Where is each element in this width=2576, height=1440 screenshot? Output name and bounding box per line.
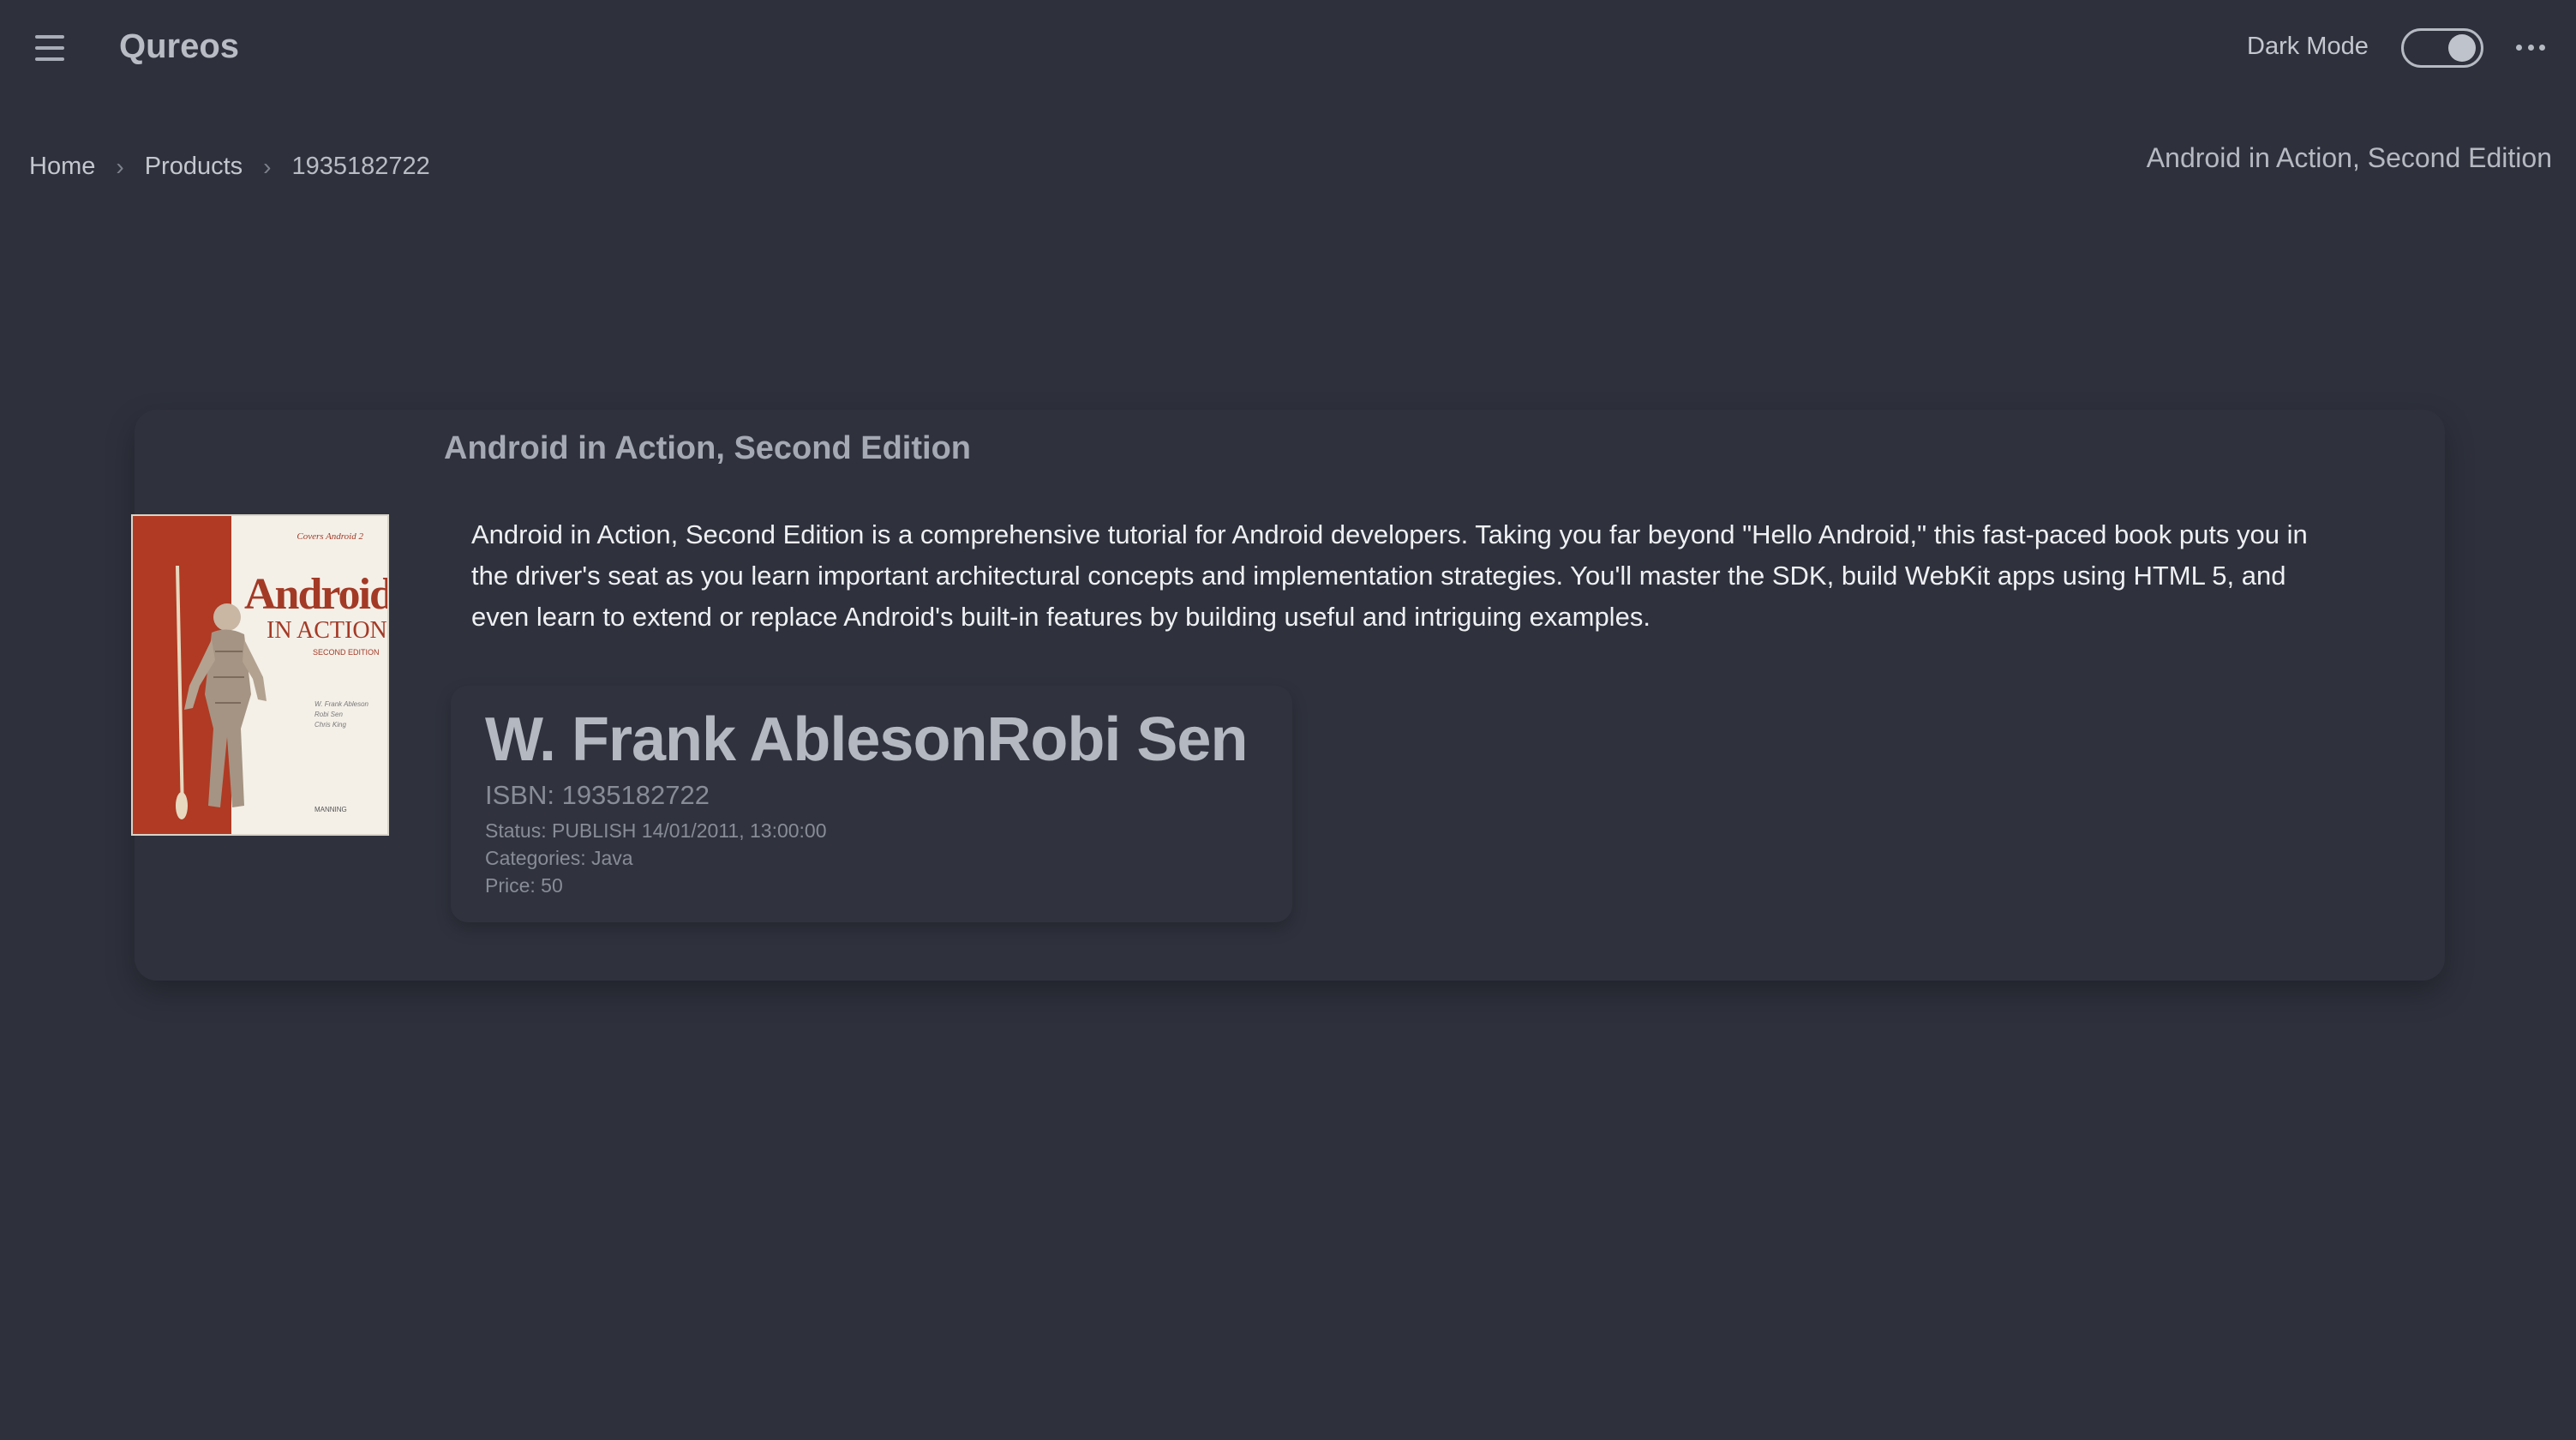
toggle-knob: [2448, 34, 2476, 62]
chevron-right-icon: ›: [263, 153, 272, 180]
cover-author: Robi Sen: [315, 711, 343, 718]
cover-publisher: MANNING: [315, 806, 347, 813]
page-subtitle: Android in Action, Second Edition: [2146, 142, 2552, 173]
product-description: Android in Action, Second Edition is a c…: [471, 519, 2308, 632]
dark-mode-label: Dark Mode: [2247, 33, 2369, 60]
cover-author: W. Frank Ableson: [315, 700, 368, 708]
breadcrumb-current: 1935182722: [291, 153, 430, 180]
book-cover-image: Covers Android 2 Android IN ACTION SECON…: [131, 514, 389, 836]
dark-mode-toggle[interactable]: [2401, 28, 2483, 68]
more-options-icon[interactable]: [2516, 45, 2545, 53]
cover-edition: SECOND EDITION: [313, 648, 380, 657]
breadcrumb: Home › Products › 1935182722: [29, 153, 430, 181]
breadcrumb-products[interactable]: Products: [145, 153, 243, 181]
product-authors: W. Frank AblesonRobi Sen: [485, 705, 1248, 774]
product-isbn: ISBN: 1935182722: [485, 780, 710, 810]
hamburger-menu-icon[interactable]: [33, 33, 67, 63]
cover-series: Covers Android 2: [297, 531, 363, 542]
chevron-right-icon: ›: [116, 153, 124, 180]
product-categories: Categories: Java: [485, 847, 633, 869]
app-title: Qureos: [119, 27, 240, 65]
cover-title: Android: [244, 570, 389, 619]
product-status: Status: PUBLISH 14/01/2011, 13:00:00: [485, 819, 827, 842]
cover-author: Chris King: [315, 721, 346, 729]
cover-authors: W. Frank Ableson Robi Sen Chris King: [315, 699, 368, 730]
cover-subtitle: IN ACTION: [267, 617, 387, 644]
breadcrumb-home[interactable]: Home: [29, 153, 95, 181]
product-price: Price: 50: [485, 874, 563, 897]
product-title: Android in Action, Second Edition: [444, 430, 971, 466]
top-app-bar: Qureos Dark Mode: [0, 0, 2576, 96]
